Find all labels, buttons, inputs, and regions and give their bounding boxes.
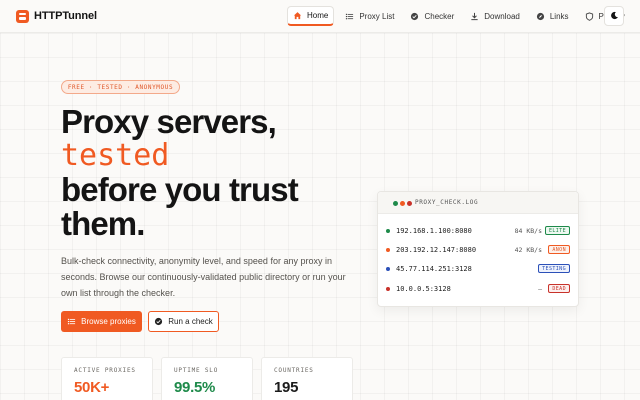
tagline-pill: FREE · TESTED · ANONYMOUS [61,80,180,94]
status-badge: TESTING [538,264,570,273]
main-nav: Home Proxy List Checker Download Links [287,6,636,26]
proxy-speed: — [538,285,542,293]
compass-icon [536,12,545,21]
window-dot-red [407,201,412,206]
proxy-address: 203.192.12.147:8080 [396,246,477,254]
proxy-address: 10.0.0.5:3128 [396,285,451,293]
log-row: 203.192.12.147:8080 42 KB/s ANON [378,241,578,261]
shield-icon [585,11,594,21]
proxy-check-log-card: PROXY_CHECK.LOG 192.168.1.100:8080 84 KB… [377,191,579,307]
theme-toggle-button[interactable] [604,6,624,26]
log-row: 45.77.114.251:3128 — TESTING [378,260,578,280]
check-circle-icon [410,12,419,21]
proxy-speed: 84 KB/s [514,227,542,235]
browse-proxies-label: Browse proxies [81,317,136,326]
stat-value: 99.5% [174,379,216,396]
nav-home-label: Home [307,11,329,20]
run-check-button[interactable]: Run a check [148,311,219,332]
status-badge: DEAD [548,284,570,293]
home-icon [293,11,302,20]
check-circle-icon [154,317,163,326]
stat-label: UPTIME SLO [174,367,219,374]
proxy-address: 192.168.1.100:8080 [396,227,472,235]
moon-icon [610,7,619,25]
run-check-label: Run a check [168,317,213,326]
nav-proxy-list[interactable]: Proxy List [340,6,399,26]
stat-card-uptime: UPTIME SLO 99.5% [161,357,253,400]
card-title: PROXY_CHECK.LOG [415,199,479,206]
status-dot [386,229,390,233]
nav-proxy-list-label: Proxy List [359,11,395,21]
nav-download-label: Download [484,11,520,21]
nav-home[interactable]: Home [287,6,335,26]
top-nav-bar: HTTPTunnel Home Proxy List Checker Downl… [0,0,640,33]
proxy-address: 45.77.114.251:3128 [396,265,472,273]
stat-card-countries: COUNTRIES 195 [261,357,353,400]
nav-links-label: Links [549,11,569,21]
status-badge: ANON [548,245,570,254]
status-dot [386,267,390,271]
stat-label: COUNTRIES [274,367,314,374]
status-dot [386,248,390,252]
status-dot [386,287,390,291]
brand[interactable]: HTTPTunnel [16,9,97,23]
nav-checker[interactable]: Checker [405,6,459,26]
hero-title-line-4: them. [61,205,145,242]
list-icon [345,12,354,21]
hero-title-line-3: before you trust [61,171,299,208]
hero-description: Bulk-check connectivity, anonymity level… [61,256,346,298]
brand-name: HTTPTunnel [34,10,97,22]
log-row: 10.0.0.5:3128 — DEAD [378,280,578,300]
stat-value: 195 [274,379,299,396]
nav-links[interactable]: Links [531,6,574,26]
stat-label: ACTIVE PROXIES [74,367,136,374]
status-badge: ELITE [544,226,570,235]
hero-title-line-1: Proxy servers, [61,103,277,140]
window-dot-green [393,201,398,206]
list-icon [67,317,76,326]
browse-proxies-button[interactable]: Browse proxies [61,311,142,332]
nav-download[interactable]: Download [465,6,525,26]
proxy-speed: 42 KB/s [514,246,542,254]
log-row: 192.168.1.100:8080 84 KB/s ELITE [378,222,578,242]
stat-card-active-proxies: ACTIVE PROXIES 50K+ [61,357,153,400]
card-header: PROXY_CHECK.LOG [378,192,578,214]
stat-value: 50K+ [74,379,110,396]
nav-checker-label: Checker [424,11,455,21]
logo-icon [16,9,29,23]
download-icon [470,12,479,21]
hero-title-highlight: tested [61,138,170,173]
window-dot-orange [400,201,405,206]
